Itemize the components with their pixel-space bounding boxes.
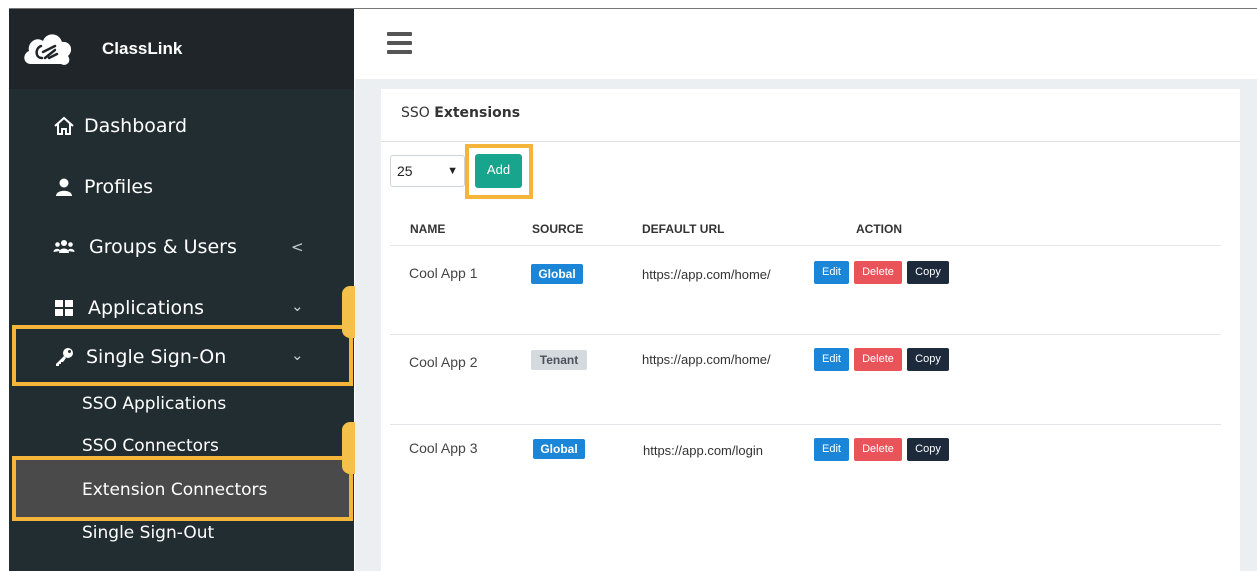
copy-button[interactable]: Copy	[907, 438, 949, 461]
users-icon	[53, 240, 75, 253]
chevron-down-icon: ▼	[447, 165, 458, 177]
column-header-default-url[interactable]: DEFAULT URL	[642, 222, 724, 236]
source-badge: Global	[531, 264, 583, 284]
chevron-down-icon[interactable]: ⌄	[291, 297, 304, 315]
chevron-left-icon[interactable]: <	[291, 238, 304, 256]
sidebar-item-groups-users[interactable]: Groups & Users <	[9, 225, 354, 269]
copy-button[interactable]: Copy	[907, 348, 949, 371]
page-size-select[interactable]: 25 ▼	[390, 155, 465, 187]
sidebar-item-label: Dashboard	[84, 115, 188, 137]
copy-button[interactable]: Copy	[907, 261, 949, 284]
edit-button[interactable]: Edit	[814, 348, 849, 371]
brand-name: ClassLink	[102, 39, 183, 58]
sidebar-item-label: Profiles	[84, 176, 153, 198]
panel-title-strong: Extensions	[434, 105, 521, 121]
highlight-add-button	[465, 144, 533, 199]
source-badge: Tenant	[531, 350, 587, 370]
classlink-logo-icon	[24, 34, 72, 65]
row-divider	[390, 334, 1221, 335]
sidebar-item-label: Applications	[88, 297, 205, 319]
app-name: Cool App 1	[409, 265, 478, 281]
sidebar-subitem-single-sign-out[interactable]: Single Sign-Out	[82, 523, 214, 543]
source-badge: Global	[533, 439, 585, 459]
hamburger-menu-icon[interactable]	[387, 32, 412, 54]
user-icon	[56, 178, 72, 196]
app-name: Cool App 2	[409, 354, 478, 370]
app-name: Cool App 3	[409, 440, 478, 456]
header-divider	[390, 245, 1221, 246]
home-icon	[54, 116, 74, 135]
default-url: https://app.com/home/	[642, 352, 771, 367]
sidebar-item-label: Groups & Users	[89, 236, 237, 258]
highlight-single-sign-on	[12, 325, 353, 386]
delete-button[interactable]: Delete	[854, 438, 902, 461]
edit-button[interactable]: Edit	[814, 261, 849, 284]
sidebar-subitem-sso-connectors[interactable]: SSO Connectors	[82, 436, 219, 456]
default-url: https://app.com/login	[643, 443, 763, 458]
sidebar-subitem-sso-applications[interactable]: SSO Applications	[82, 394, 226, 414]
brand-header[interactable]: ClassLink	[9, 9, 354, 89]
sidebar-item-profiles[interactable]: Profiles	[9, 165, 354, 209]
highlight-extension-connectors	[12, 456, 353, 521]
column-header-action: ACTION	[856, 222, 902, 236]
column-header-source[interactable]: SOURCE	[532, 222, 583, 236]
grid-icon	[55, 300, 73, 316]
default-url: https://app.com/home/	[642, 267, 771, 282]
page-size-value: 25	[397, 163, 413, 179]
column-header-name[interactable]: NAME	[410, 222, 445, 236]
delete-button[interactable]: Delete	[854, 348, 902, 371]
sidebar-item-dashboard[interactable]: Dashboard	[9, 104, 354, 148]
panel-title: SSO Extensions	[401, 105, 520, 121]
edit-button[interactable]: Edit	[814, 438, 849, 461]
panel-title-prefix: SSO	[401, 105, 435, 121]
row-divider	[390, 424, 1221, 425]
panel-divider	[381, 141, 1240, 142]
delete-button[interactable]: Delete	[854, 261, 902, 284]
sidebar-item-applications[interactable]: Applications ⌄	[9, 286, 354, 330]
